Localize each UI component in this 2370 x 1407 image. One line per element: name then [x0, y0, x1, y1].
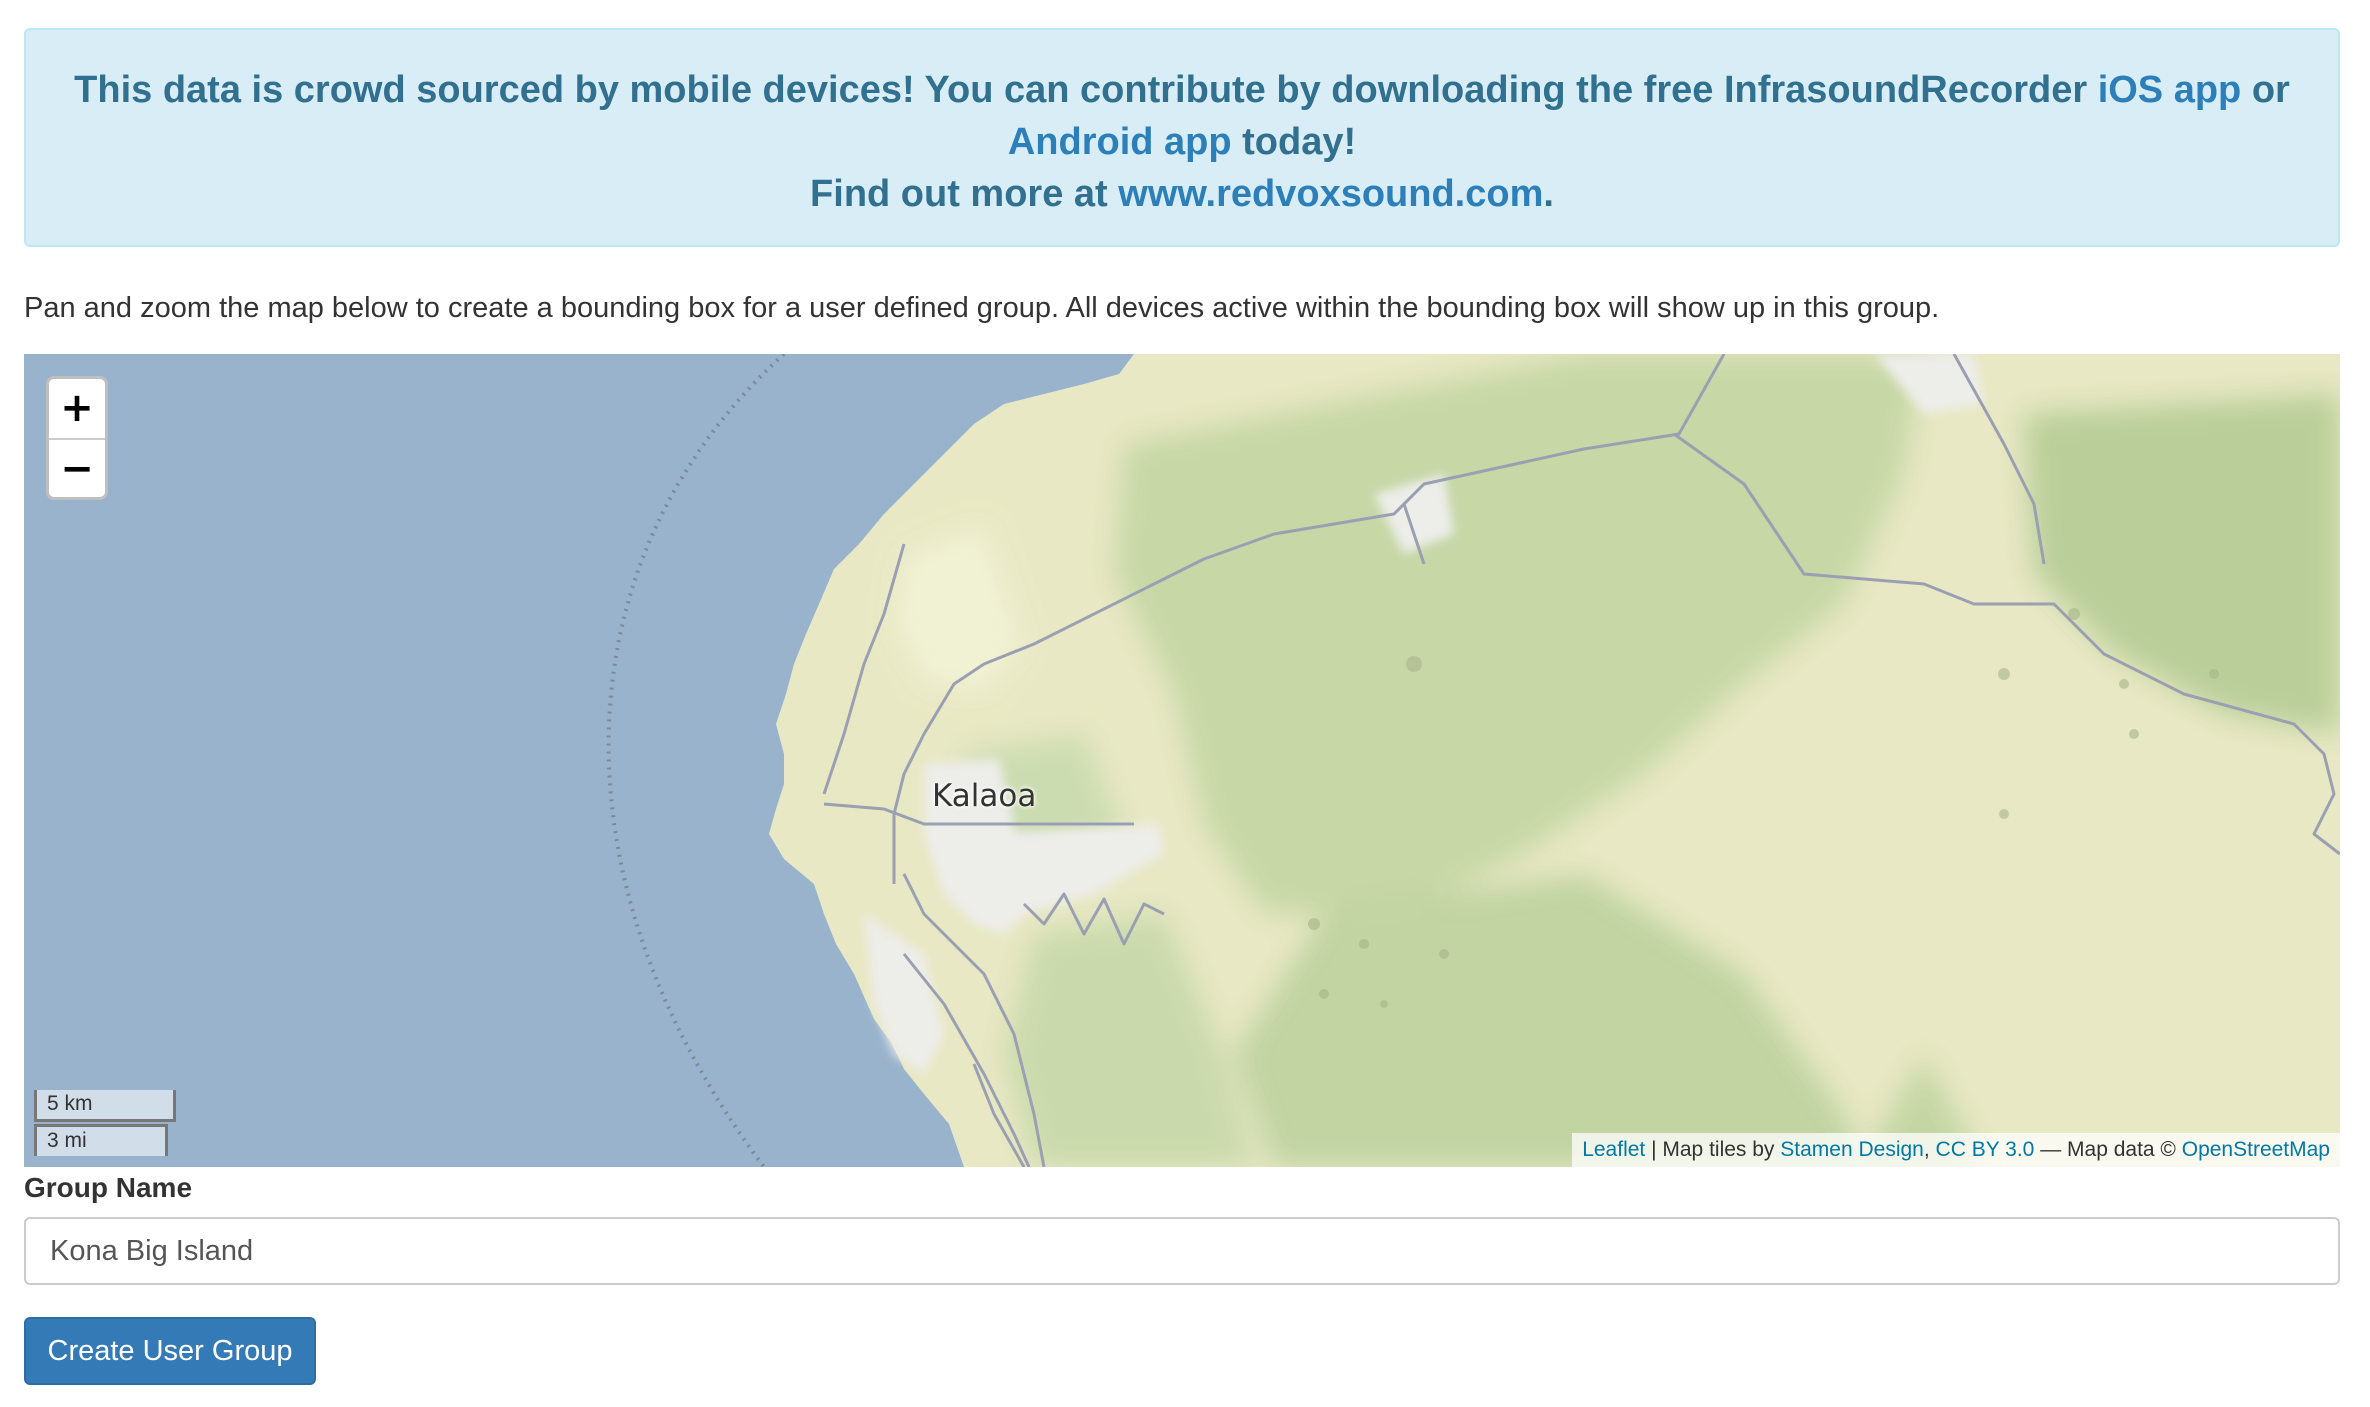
- create-user-group-button[interactable]: Create User Group: [24, 1317, 316, 1385]
- map-tiles[interactable]: [24, 354, 2340, 1167]
- attribution-sep: ,: [1923, 1138, 1936, 1161]
- osm-link[interactable]: OpenStreetMap: [2182, 1138, 2330, 1161]
- leaflet-link[interactable]: Leaflet: [1582, 1138, 1645, 1161]
- ios-app-link[interactable]: iOS app: [2098, 69, 2242, 111]
- scale-bar-mi: 3 mi: [34, 1124, 168, 1156]
- info-banner: This data is crowd sourced by mobile dev…: [24, 28, 2340, 247]
- map-attribution: Leaflet | Map tiles by Stamen Design, CC…: [1572, 1133, 2340, 1167]
- zoom-in-button[interactable]: +: [49, 379, 105, 438]
- license-link[interactable]: CC BY 3.0: [1936, 1138, 2035, 1161]
- stamen-link[interactable]: Stamen Design: [1780, 1138, 1924, 1161]
- map-instructions: Pan and zoom the map below to create a b…: [24, 292, 1940, 324]
- banner-text-today: today!: [1231, 121, 1357, 163]
- place-label-kalaoa: Kalaoa: [932, 778, 1037, 814]
- redvox-site-link[interactable]: www.redvoxsound.com: [1118, 173, 1543, 215]
- banner-text-or: or: [2241, 69, 2290, 111]
- group-name-input[interactable]: [24, 1217, 2340, 1285]
- group-name-label: Group Name: [24, 1172, 193, 1203]
- android-app-link[interactable]: Android app: [1008, 121, 1232, 163]
- zoom-out-button[interactable]: −: [49, 438, 105, 497]
- banner-period: .: [1543, 173, 1554, 215]
- attribution-data-text: — Map data ©: [2034, 1138, 2182, 1161]
- zoom-control: + −: [46, 376, 108, 500]
- banner-text: This data is crowd sourced by mobile dev…: [74, 69, 2098, 111]
- attribution-text: | Map tiles by: [1645, 1138, 1781, 1161]
- map-container[interactable]: Kalaoa + − 5 km 3 mi Leaflet | Map tiles…: [24, 354, 2340, 1167]
- banner-find-more: Find out more at: [810, 173, 1119, 215]
- scale-bar-km: 5 km: [34, 1090, 176, 1122]
